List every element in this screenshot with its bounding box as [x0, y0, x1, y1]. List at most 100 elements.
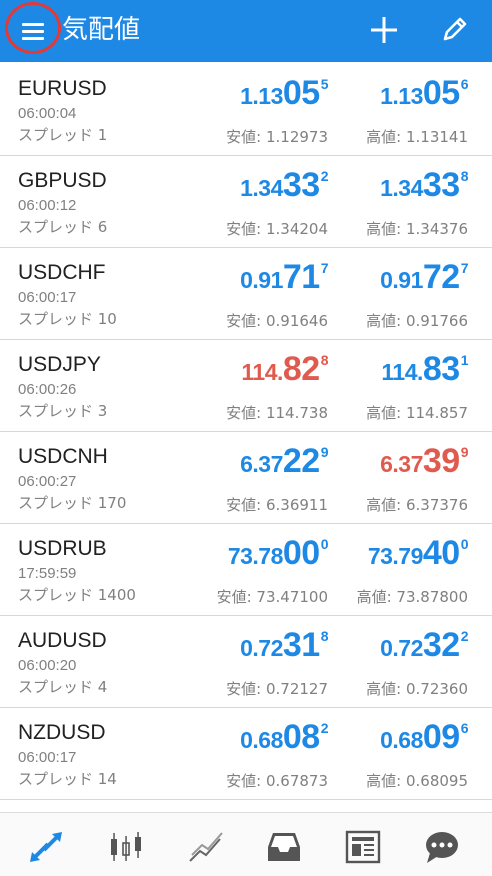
- page-title: 気配値: [62, 15, 141, 45]
- price-prefix: 114.: [241, 359, 283, 385]
- ask-price: 0.68096: [380, 718, 468, 757]
- price-fraction: 7: [320, 260, 329, 276]
- low-price: 安値: 114.738: [226, 404, 328, 422]
- price-prefix: 0.68: [240, 727, 283, 753]
- price-pips: 05: [422, 74, 460, 112]
- price-prefix: 6.37: [240, 451, 283, 477]
- price-fraction: 7: [460, 260, 469, 276]
- quote-time: 17:59:59: [18, 565, 77, 582]
- quote-row[interactable]: USDRUB 17:59:59 スプレッド 1400 73.78000 73.79400…: [0, 524, 492, 616]
- price-fraction: 9: [320, 444, 329, 460]
- nav-chart[interactable]: [106, 827, 146, 867]
- quote-row[interactable]: AUDUSD 06:00:20 スプレッド 4 0.72318 0.72322 安値: 0…: [0, 616, 492, 708]
- price-pips: 40: [422, 534, 460, 572]
- bid-price: 1.13055: [240, 74, 328, 113]
- ask-price: 1.13056: [380, 74, 468, 113]
- chat-bubble-icon: [426, 832, 458, 863]
- price-pips: 05: [282, 74, 320, 112]
- price-pips: 33: [282, 166, 320, 204]
- price-fraction: 6: [460, 76, 469, 92]
- price-fraction: 6: [460, 720, 469, 736]
- high-price: 高値: 73.87800: [356, 588, 468, 606]
- edit-list-button[interactable]: [436, 12, 472, 48]
- low-price: 安値: 0.91646: [226, 312, 328, 330]
- price-prefix: 1.13: [240, 83, 283, 109]
- price-fraction: 8: [320, 628, 329, 644]
- quote-row[interactable]: USDCNH 06:00:27 スプレッド 170 6.37229 6.37399 安値:…: [0, 432, 492, 524]
- quote-time: 06:00:20: [18, 657, 77, 674]
- quote-row[interactable]: USDCHF 06:00:17 スプレッド 10 0.91717 0.91727 安値: …: [0, 248, 492, 340]
- nav-history[interactable]: [264, 827, 304, 867]
- price-pips: 72: [422, 258, 460, 296]
- price-fraction: 0: [460, 536, 469, 552]
- price-pips: 09: [422, 718, 460, 756]
- spread-label: スプレッド 6: [18, 218, 108, 236]
- spread-label: スプレッド 170: [18, 494, 127, 512]
- high-price: 高値: 1.13141: [366, 128, 468, 146]
- inbox-icon: [268, 833, 300, 861]
- nav-news[interactable]: [343, 827, 383, 867]
- spread-label: スプレッド 3: [18, 402, 108, 420]
- nav-quotes[interactable]: [26, 827, 66, 867]
- price-fraction: 9: [460, 444, 469, 460]
- symbol-name: EURUSD: [18, 77, 107, 100]
- price-pips: 32: [422, 626, 460, 664]
- spread-label: スプレッド 14: [18, 770, 117, 788]
- low-price: 安値: 73.47100: [216, 588, 328, 606]
- ask-price: 6.37399: [380, 442, 468, 481]
- price-pips: 22: [282, 442, 320, 480]
- bid-price: 114.828: [241, 350, 328, 389]
- bid-price: 0.91717: [240, 258, 328, 297]
- price-prefix: 1.34: [240, 175, 283, 201]
- quote-row[interactable]: GBPUSD 06:00:12 スプレッド 6 1.34332 1.34338 安値: 1…: [0, 156, 492, 248]
- bid-price: 0.68082: [240, 718, 328, 757]
- ask-price: 0.91727: [380, 258, 468, 297]
- price-pips: 82: [282, 350, 320, 388]
- ask-price: 1.34338: [380, 166, 468, 205]
- quote-list[interactable]: EURUSD 06:00:04 スプレッド 1 1.13055 1.13056 安値: 1…: [0, 64, 492, 812]
- high-price: 高値: 0.72360: [366, 680, 468, 698]
- price-pips: 31: [282, 626, 320, 664]
- high-price: 高値: 0.68095: [366, 772, 468, 790]
- quote-time: 06:00:17: [18, 289, 77, 306]
- spread-label: スプレッド 1: [18, 126, 108, 144]
- price-pips: 39: [422, 442, 460, 480]
- high-price: 高値: 1.34376: [366, 220, 468, 238]
- ask-price: 73.79400: [367, 534, 469, 573]
- plus-icon: [371, 17, 397, 43]
- price-pips: 00: [282, 534, 320, 572]
- bid-price: 6.37229: [240, 442, 328, 481]
- low-price: 安値: 0.72127: [226, 680, 328, 698]
- price-prefix: 0.72: [380, 635, 423, 661]
- symbol-name: USDCNH: [18, 445, 108, 468]
- quote-row[interactable]: EURUSD 06:00:04 スプレッド 1 1.13055 1.13056 安値: 1…: [0, 64, 492, 156]
- low-price: 安値: 0.67873: [226, 772, 328, 790]
- candlestick-icon: [111, 832, 141, 861]
- quote-time: 06:00:27: [18, 473, 77, 490]
- newspaper-icon: [345, 830, 381, 864]
- spread-label: スプレッド 10: [18, 310, 117, 328]
- bid-price: 0.72318: [240, 626, 328, 665]
- quote-row[interactable]: NZDUSD 06:00:17 スプレッド 14 0.68082 0.68096 安値: …: [0, 708, 492, 800]
- price-prefix: 0.72: [240, 635, 283, 661]
- low-price: 安値: 1.12973: [226, 128, 328, 146]
- quote-time: 06:00:17: [18, 749, 77, 766]
- highlight-ring: [5, 2, 61, 54]
- add-symbol-button[interactable]: [366, 12, 402, 48]
- quote-row[interactable]: USDJPY 06:00:26 スプレッド 3 114.828 114.831 安値: 1…: [0, 340, 492, 432]
- nav-chat[interactable]: [422, 827, 462, 867]
- high-price: 高値: 114.857: [366, 404, 468, 422]
- price-prefix: 1.13: [380, 83, 423, 109]
- arrows-icon: [30, 832, 62, 862]
- quote-time: 06:00:26: [18, 381, 77, 398]
- price-fraction: 0: [320, 536, 329, 552]
- pencil-icon: [443, 17, 467, 41]
- price-prefix: 0.91: [240, 267, 283, 293]
- nav-trade[interactable]: [186, 827, 226, 867]
- symbol-name: USDRUB: [18, 537, 107, 560]
- price-prefix: 114.: [381, 359, 423, 385]
- price-prefix: 73.79: [367, 543, 424, 569]
- price-fraction: 5: [320, 76, 329, 92]
- price-pips: 71: [282, 258, 320, 296]
- ask-price: 0.72322: [380, 626, 468, 665]
